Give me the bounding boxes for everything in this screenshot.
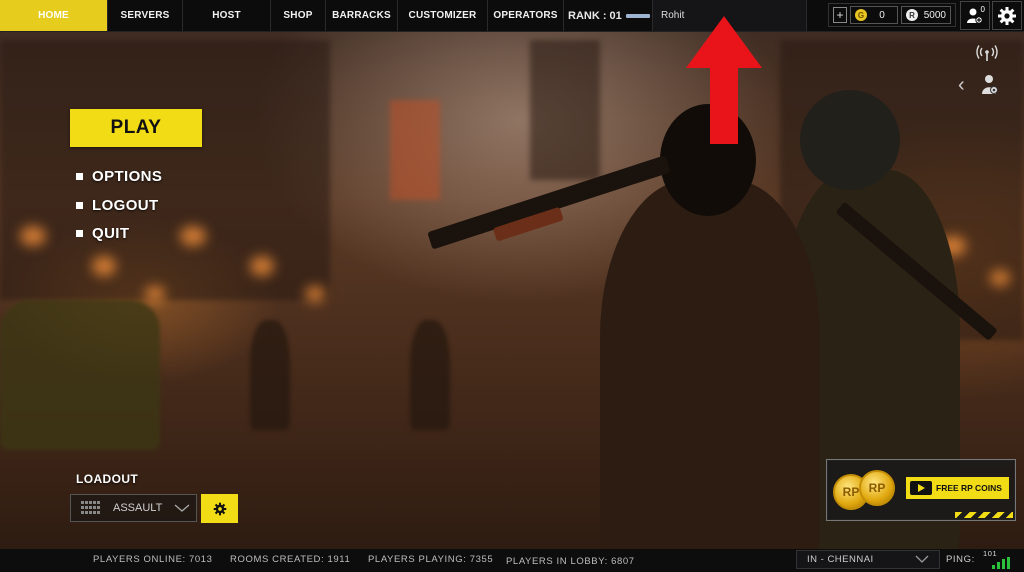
background-flag	[390, 100, 440, 200]
background-figure	[250, 320, 290, 430]
side-player-icon[interactable]	[981, 74, 999, 96]
loadout-grid-icon	[81, 501, 101, 515]
nav-tab-home[interactable]: HOME	[0, 0, 108, 31]
street-light	[250, 256, 274, 276]
menu-item-options[interactable]: OPTIONS	[76, 168, 162, 185]
ping-label: PING:	[946, 554, 975, 565]
nav-tab-operators[interactable]: OPERATORS	[488, 0, 564, 31]
rp-coin-icon: R	[906, 9, 918, 21]
street-light	[180, 226, 206, 246]
free-rp-coins-button[interactable]: FREE RP COINS	[906, 477, 1009, 499]
free-rp-banner[interactable]: RP RP FREE RP COINS	[826, 459, 1016, 521]
loadout-dropdown[interactable]: ASSAULT	[70, 494, 197, 522]
players-playing-stat: PLAYERS PLAYING: 7355	[368, 554, 494, 565]
bottom-status-bar: PLAYERS ONLINE: 7013 ROOMS CREATED: 1911…	[0, 549, 1024, 572]
nav-tab-customizer[interactable]: CUSTOMIZER	[398, 0, 488, 31]
ping-signal-icon	[992, 557, 1010, 569]
video-play-icon	[910, 481, 932, 495]
gold-coin-icon: G	[855, 9, 867, 21]
region-dropdown[interactable]: IN - CHENNAI	[796, 550, 940, 569]
add-currency-button[interactable]: +	[833, 7, 847, 23]
street-light	[20, 226, 46, 246]
gear-icon	[213, 502, 226, 515]
menu-item-label: OPTIONS	[92, 168, 163, 185]
soldier-left	[600, 180, 820, 572]
bullet-icon	[76, 230, 83, 237]
menu-item-label: QUIT	[92, 225, 130, 242]
gold-value: 0	[879, 9, 885, 21]
loadout-settings-button[interactable]	[201, 494, 238, 523]
chevron-down-icon	[174, 504, 190, 512]
background-rickshaw	[0, 300, 160, 450]
play-button[interactable]: PLAY	[70, 109, 202, 147]
friends-button[interactable]: 0	[960, 1, 990, 30]
nav-tab-barracks[interactable]: BARRACKS	[326, 0, 398, 31]
loadout-selected-value: ASSAULT	[113, 502, 163, 514]
nav-tab-shop[interactable]: SHOP	[271, 0, 326, 31]
bullet-icon	[76, 173, 83, 180]
nav-tab-servers[interactable]: SERVERS	[108, 0, 183, 31]
rank-label: RANK : 01	[568, 9, 622, 22]
red-arrow-annotation	[686, 16, 762, 144]
hazard-stripe-decoration	[955, 512, 1013, 518]
background-tower	[530, 40, 600, 180]
loadout-title: LOADOUT	[76, 472, 139, 486]
gear-icon	[998, 6, 1016, 25]
street-light	[92, 256, 116, 276]
friends-count: 0	[980, 5, 985, 14]
players-in-lobby-stat: PLAYERS IN LOBBY: 6807	[506, 556, 635, 567]
currency-panel: + G 0 R 5000	[828, 3, 956, 27]
gold-balance: G 0	[850, 6, 898, 24]
rank-display: RANK : 01	[564, 0, 652, 31]
nav-tab-host[interactable]: HOST	[183, 0, 271, 31]
street-light	[990, 270, 1010, 286]
street-light	[145, 286, 165, 302]
chevron-down-icon	[915, 555, 929, 563]
rp-value: 5000	[923, 9, 946, 21]
region-value: IN - CHENNAI	[807, 554, 874, 565]
soldier-right-helmet	[800, 90, 900, 190]
rp-coin-icon: RP	[859, 470, 895, 506]
street-light	[305, 286, 325, 302]
rooms-created-stat: ROOMS CREATED: 1911	[230, 554, 351, 565]
connection-signal-icon	[976, 45, 998, 61]
background-building	[0, 40, 330, 300]
players-online-stat: PLAYERS ONLINE: 7013	[93, 554, 213, 565]
settings-button[interactable]	[992, 1, 1022, 30]
background-figure	[410, 320, 450, 430]
menu-item-quit[interactable]: QUIT	[76, 225, 129, 242]
rp-balance: R 5000	[901, 6, 951, 24]
menu-item-logout[interactable]: LOGOUT	[76, 197, 159, 214]
side-panel-toggle-arrow[interactable]: ‹	[958, 74, 965, 97]
bullet-icon	[76, 202, 83, 209]
top-navigation-bar: HOME SERVERS HOST SHOP BARRACKS CUSTOMIZ…	[0, 0, 1024, 32]
free-rp-coins-label: FREE RP COINS	[936, 483, 1002, 493]
menu-item-label: LOGOUT	[92, 197, 159, 214]
rank-progress-bar	[625, 13, 650, 18]
